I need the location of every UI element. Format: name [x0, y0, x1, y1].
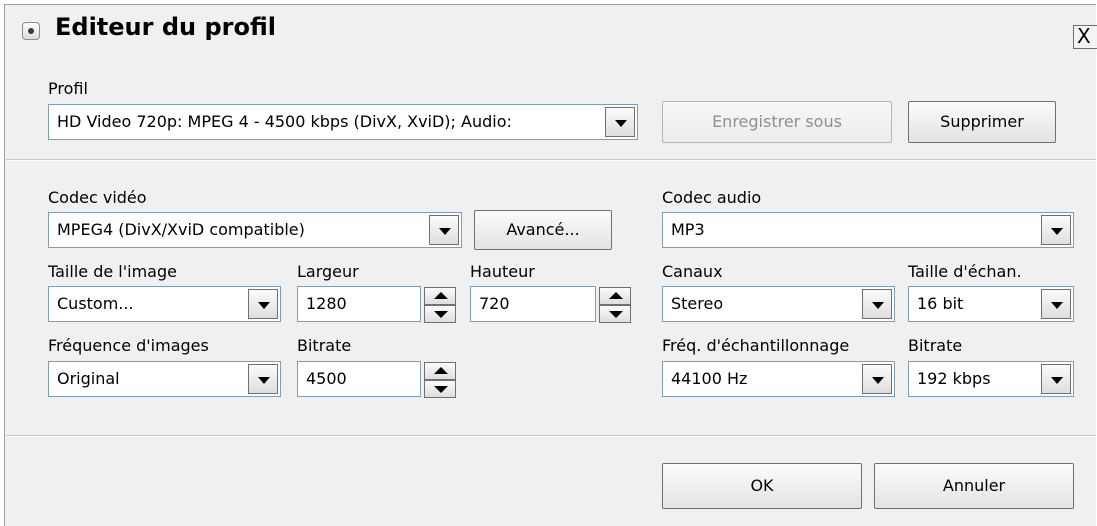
title-bar: Editeur du profil X	[5, 5, 1097, 55]
audio-codec-value: MP3	[671, 220, 705, 239]
video-bitrate-stepper[interactable]	[424, 362, 456, 398]
sample-size-dropdown[interactable]: 16 bit	[908, 286, 1074, 322]
height-stepper[interactable]	[599, 287, 631, 323]
save-as-button[interactable]: Enregistrer sous	[662, 101, 892, 143]
video-codec-value: MPEG4 (DivX/XviD compatible)	[57, 220, 305, 239]
video-bitrate-input[interactable]: 4500	[297, 361, 456, 398]
sample-rate-dropdown[interactable]: 44100 Hz	[662, 361, 895, 397]
advanced-button[interactable]: Avancé...	[474, 210, 612, 250]
sample-rate-value: 44100 Hz	[671, 369, 748, 388]
chevron-down-icon[interactable]	[248, 364, 278, 394]
framerate-value: Original	[57, 369, 120, 388]
chevron-down-icon[interactable]	[605, 107, 635, 137]
chevron-down-icon[interactable]	[862, 364, 892, 394]
increment-icon[interactable]	[424, 287, 456, 305]
video-codec-label: Codec vidéo	[48, 188, 147, 207]
increment-icon[interactable]	[599, 287, 631, 305]
ok-button[interactable]: OK	[662, 463, 862, 509]
profile-label: Profil	[48, 79, 88, 98]
audio-bitrate-dropdown[interactable]: 192 kbps	[908, 361, 1074, 397]
dialog-title: Editeur du profil	[55, 13, 276, 41]
audio-codec-dropdown[interactable]: MP3	[662, 212, 1074, 248]
video-codec-dropdown[interactable]: MPEG4 (DivX/XviD compatible)	[48, 212, 462, 248]
decrement-icon[interactable]	[424, 305, 456, 323]
close-button[interactable]: X	[1073, 25, 1097, 49]
height-label: Hauteur	[470, 262, 535, 281]
chevron-down-icon[interactable]	[429, 215, 459, 245]
height-value: 720	[479, 294, 510, 313]
increment-icon[interactable]	[424, 362, 456, 380]
width-input[interactable]: 1280	[297, 286, 456, 323]
profile-editor-dialog: Editeur du profil X Profil HD Video 720p…	[4, 4, 1097, 526]
cancel-button[interactable]: Annuler	[874, 463, 1074, 509]
chevron-down-icon[interactable]	[1041, 215, 1071, 245]
width-label: Largeur	[297, 262, 359, 281]
audio-codec-label: Codec audio	[662, 188, 762, 207]
channels-label: Canaux	[662, 262, 723, 281]
channels-value: Stereo	[671, 294, 724, 313]
sample-size-label: Taille d'échan.	[908, 262, 1022, 281]
framerate-dropdown[interactable]: Original	[48, 361, 281, 397]
decrement-icon[interactable]	[424, 380, 456, 398]
sample-rate-label: Fréq. d'échantillonnage	[662, 336, 850, 355]
profile-value: HD Video 720p: MPEG 4 - 4500 kbps (DivX,…	[57, 112, 512, 131]
divider	[6, 435, 1096, 437]
width-value: 1280	[306, 294, 347, 313]
chevron-down-icon[interactable]	[1041, 364, 1071, 394]
image-size-label: Taille de l'image	[48, 262, 177, 281]
audio-bitrate-label: Bitrate	[908, 336, 963, 355]
channels-dropdown[interactable]: Stereo	[662, 286, 895, 322]
profile-dropdown[interactable]: HD Video 720p: MPEG 4 - 4500 kbps (DivX,…	[48, 104, 638, 140]
height-input[interactable]: 720	[470, 286, 631, 323]
decrement-icon[interactable]	[599, 305, 631, 323]
chevron-down-icon[interactable]	[248, 289, 278, 319]
video-bitrate-label: Bitrate	[297, 336, 352, 355]
delete-button[interactable]: Supprimer	[908, 101, 1056, 143]
framerate-label: Fréquence d'images	[48, 336, 209, 355]
chevron-down-icon[interactable]	[862, 289, 892, 319]
sample-size-value: 16 bit	[917, 294, 964, 313]
image-size-dropdown[interactable]: Custom...	[48, 286, 281, 322]
audio-bitrate-value: 192 kbps	[917, 369, 991, 388]
width-stepper[interactable]	[424, 287, 456, 323]
video-bitrate-value: 4500	[306, 369, 347, 388]
divider	[6, 159, 1096, 161]
chevron-down-icon[interactable]	[1041, 289, 1071, 319]
window-menu-icon[interactable]	[22, 22, 40, 40]
image-size-value: Custom...	[57, 294, 134, 313]
